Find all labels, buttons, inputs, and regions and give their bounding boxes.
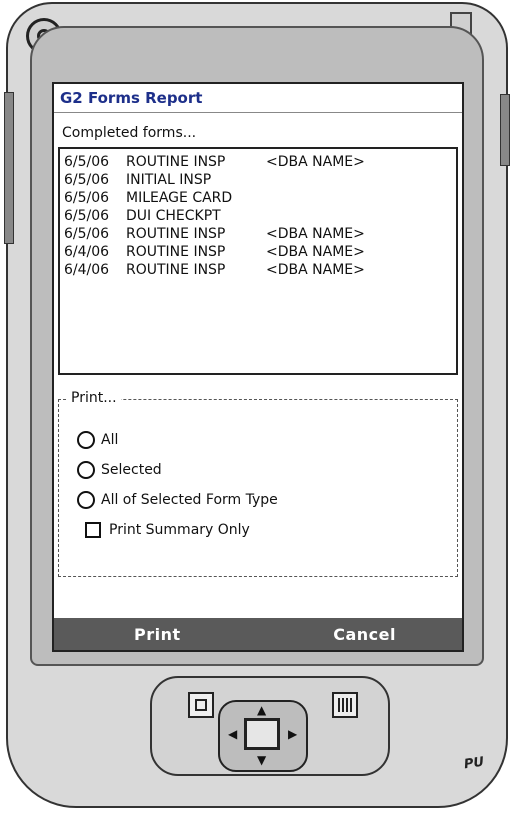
form-date: 6/5/06 xyxy=(64,154,110,170)
radio-circle[interactable] xyxy=(77,491,95,509)
side-button-right[interactable] xyxy=(500,94,510,166)
form-name xyxy=(266,207,452,225)
radio-circle[interactable] xyxy=(77,461,95,479)
print-softkey[interactable]: Print xyxy=(134,625,181,644)
dpad-down-icon: ▼ xyxy=(257,753,267,767)
form-name xyxy=(266,189,452,207)
device-logo: PU xyxy=(463,754,486,773)
list-item[interactable]: 6/4/06 ROUTINE INSP <DBA NAME> xyxy=(64,243,452,261)
form-date: 6/5/06 xyxy=(64,172,110,188)
radio-circle[interactable] xyxy=(77,431,95,449)
form-name: <DBA NAME> xyxy=(266,226,365,242)
form-type: ROUTINE INSP xyxy=(126,226,226,242)
form-date: 6/5/06 xyxy=(64,208,110,224)
radio-label: All of Selected Form Type xyxy=(101,492,278,508)
radio-all-of-selected-form-type[interactable]: All of Selected Form Type xyxy=(77,488,451,512)
radio-label: All xyxy=(101,432,119,448)
form-type: ROUTINE INSP xyxy=(126,244,226,260)
form-date: 6/4/06 xyxy=(64,262,110,278)
dpad-up-icon: ▲ xyxy=(257,703,267,717)
checkbox-label: Print Summary Only xyxy=(109,522,250,538)
screen: G2 Forms Report Completed forms... 6/5/0… xyxy=(52,82,464,652)
list-item[interactable]: 6/5/06 INITIAL INSP xyxy=(64,171,452,189)
dpad-left-icon: ◀ xyxy=(228,727,238,741)
completed-forms-list[interactable]: 6/5/06 ROUTINE INSP <DBA NAME> 6/5/06 IN… xyxy=(58,147,458,375)
form-date: 6/5/06 xyxy=(64,226,110,242)
list-item[interactable]: 6/5/06 ROUTINE INSP <DBA NAME> xyxy=(64,153,452,171)
radio-all[interactable]: All xyxy=(77,428,451,452)
checkbox-box[interactable] xyxy=(85,522,101,538)
print-group-legend: Print... xyxy=(67,390,121,406)
print-summary-only-checkbox[interactable]: Print Summary Only xyxy=(77,518,451,542)
radio-selected[interactable]: Selected xyxy=(77,458,451,482)
section-title: Completed forms... xyxy=(62,125,197,141)
list-item[interactable]: 6/5/06 DUI CHECKPT xyxy=(64,207,452,225)
form-name: <DBA NAME> xyxy=(266,244,365,260)
softkey-bar: Print Cancel xyxy=(54,618,462,650)
form-date: 6/4/06 xyxy=(64,244,110,260)
dpad-center-button[interactable] xyxy=(244,718,280,750)
list-item[interactable]: 6/5/06 MILEAGE CARD xyxy=(64,189,452,207)
form-type: INITIAL INSP xyxy=(126,172,212,188)
list-item[interactable]: 6/5/06 ROUTINE INSP <DBA NAME> xyxy=(64,225,452,243)
form-name: <DBA NAME> xyxy=(266,154,365,170)
form-date: 6/5/06 xyxy=(64,190,110,206)
print-options-group: Print... All Selected All of Selected Fo… xyxy=(58,390,458,577)
cancel-softkey[interactable]: Cancel xyxy=(333,625,396,644)
form-name xyxy=(266,171,452,189)
form-type: ROUTINE INSP xyxy=(126,154,226,170)
list-item[interactable]: 6/4/06 ROUTINE INSP <DBA NAME> xyxy=(64,261,452,279)
window-title: G2 Forms Report xyxy=(54,84,462,113)
side-button-left[interactable] xyxy=(4,92,14,244)
form-name: <DBA NAME> xyxy=(266,262,365,278)
dpad-right-icon: ▶ xyxy=(288,727,298,741)
calendar-key-icon[interactable] xyxy=(188,692,214,718)
radio-label: Selected xyxy=(101,462,162,478)
form-type: DUI CHECKPT xyxy=(126,208,221,224)
form-type: ROUTINE INSP xyxy=(126,262,226,278)
contacts-key-icon[interactable] xyxy=(332,692,358,718)
form-type: MILEAGE CARD xyxy=(126,190,233,206)
